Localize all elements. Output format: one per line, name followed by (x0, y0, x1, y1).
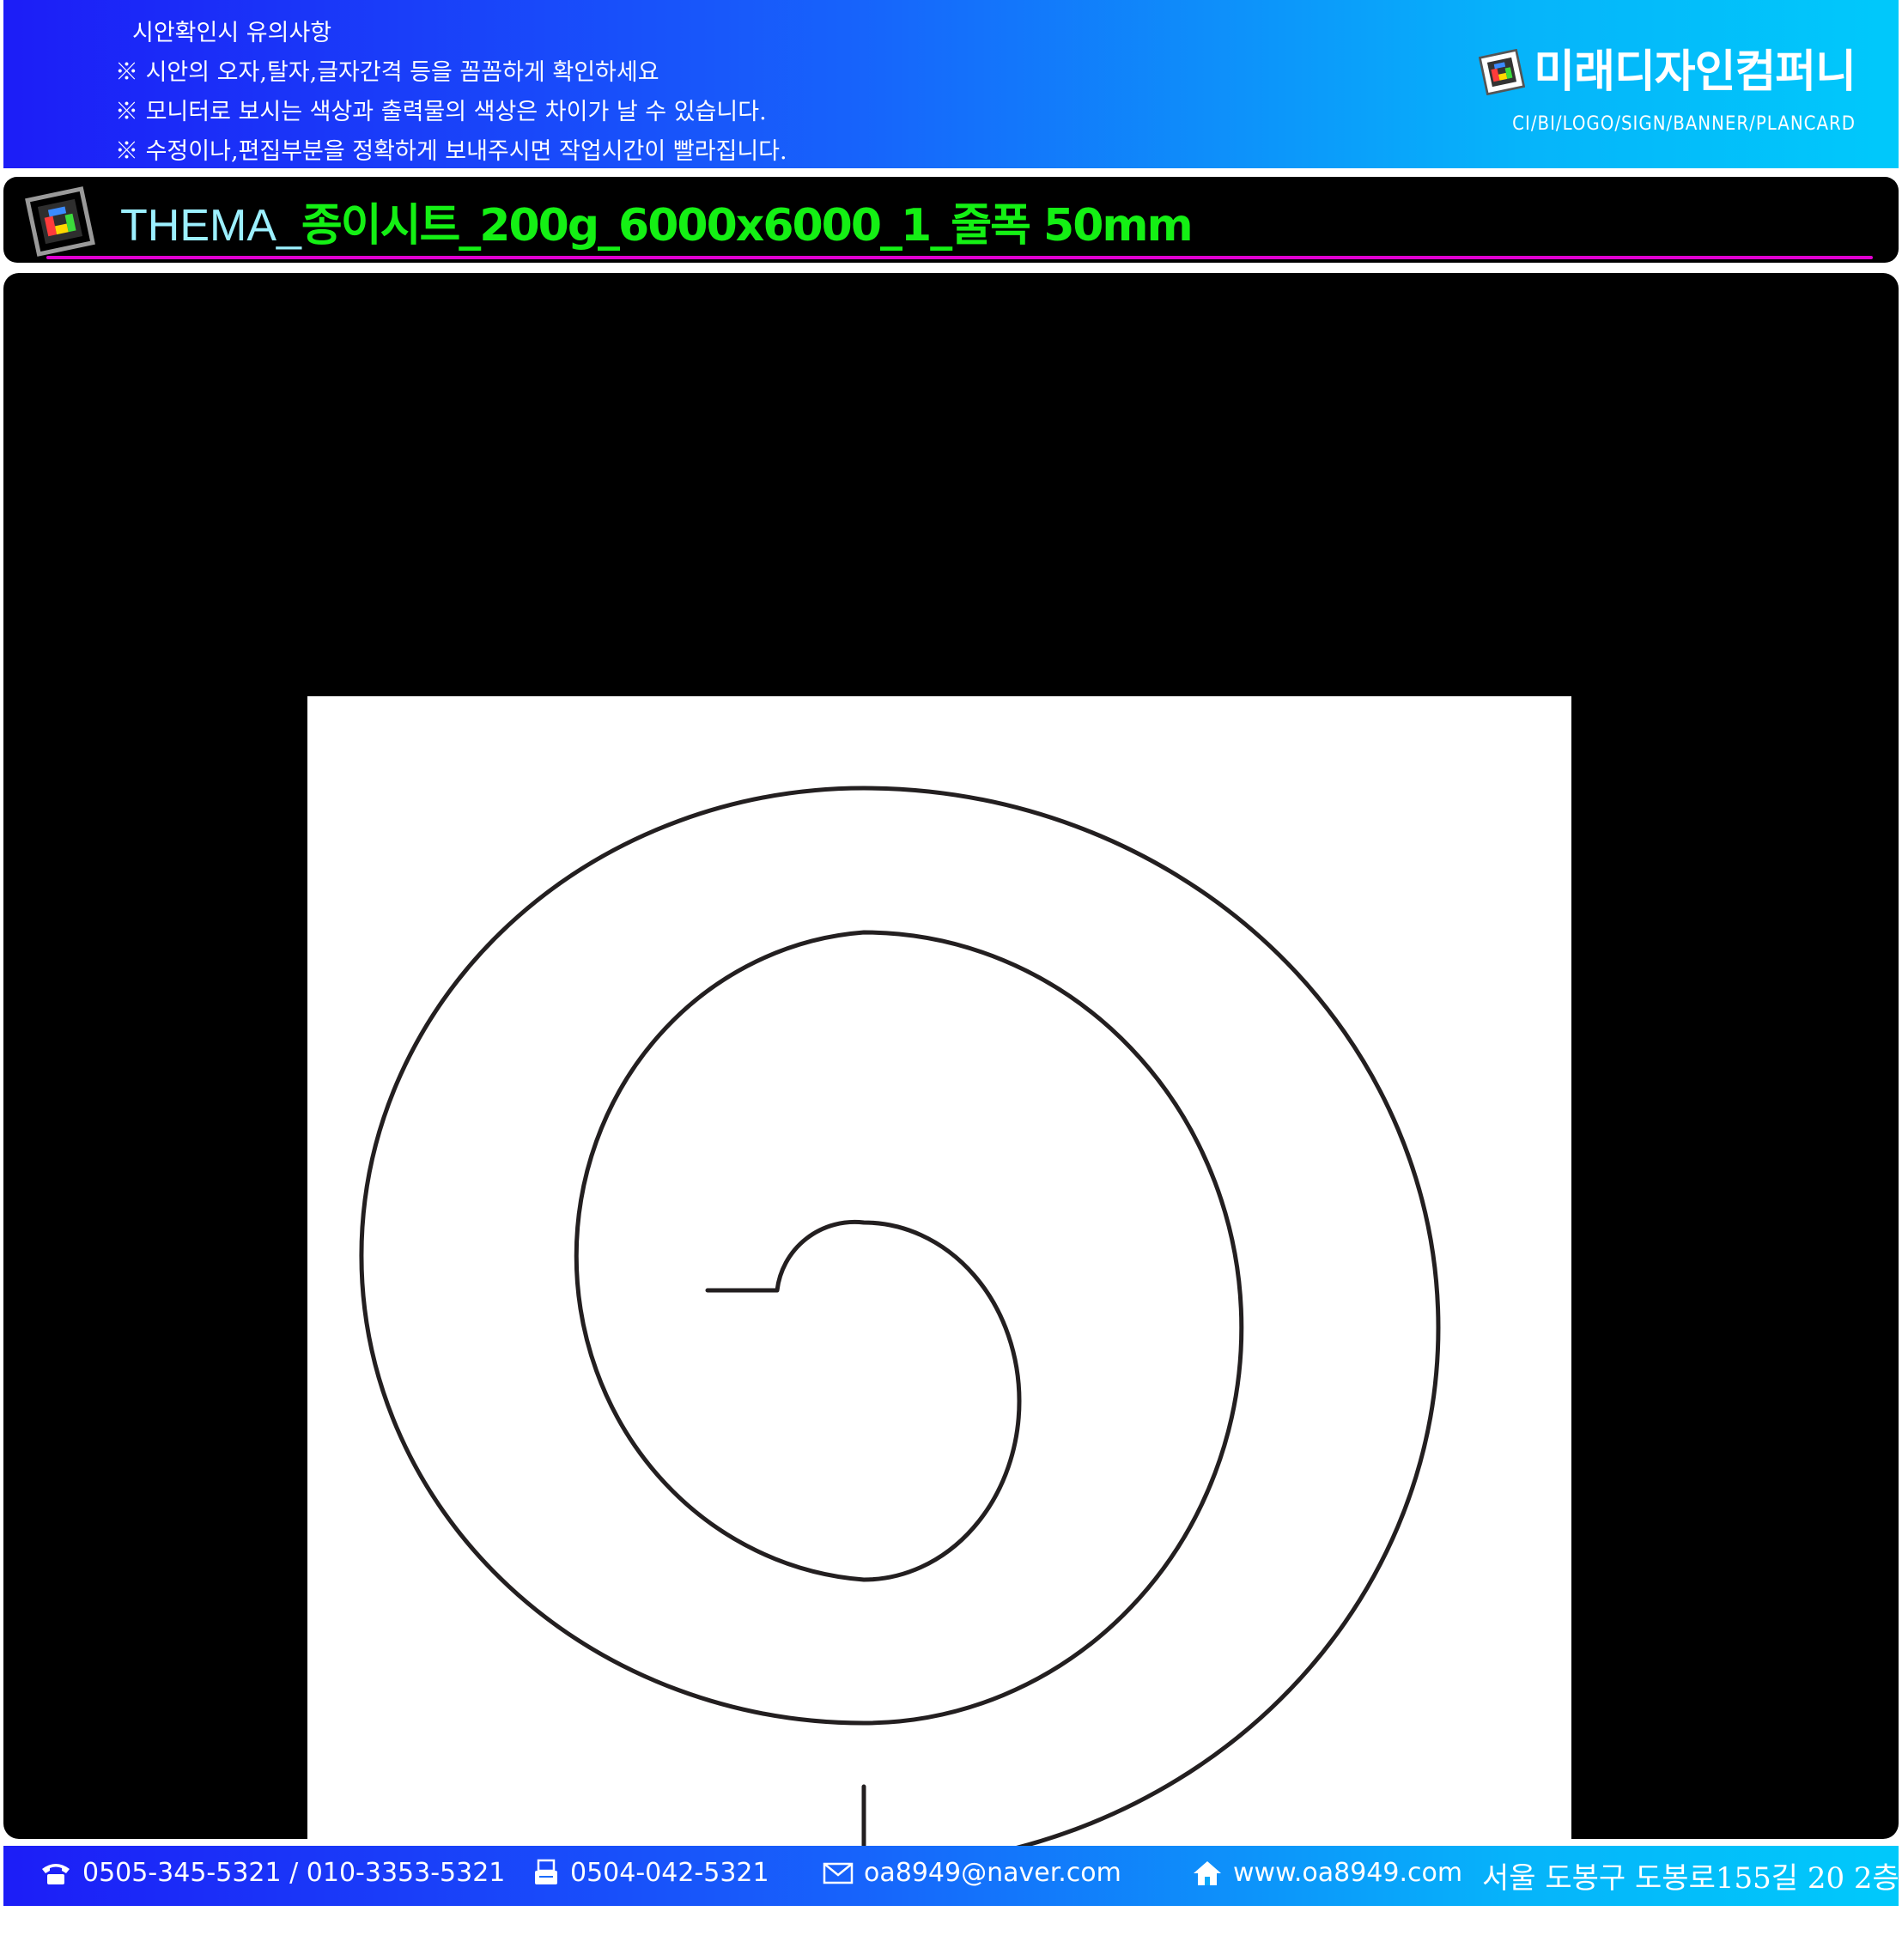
fax-info: 0504-042-5321 (532, 1858, 769, 1888)
title-underline (46, 256, 1873, 259)
address-text: 서울 도봉구 도봉로155길 20 2층 (1482, 1861, 1899, 1896)
page-title: THEMA_종이시트_200g_6000x6000_1_줄폭 50mm (120, 189, 1194, 253)
email-link[interactable]: oa8949@naver.com (864, 1858, 1121, 1888)
notice-line-3: ※ 수정이나,편집부분을 정확하게 보내주시면 작업시간이 빨라집니다. (115, 138, 787, 165)
notice-block: 시안확인시 유의사항 ※ 시안의 오자,탈자,글자간격 등을 꼼꼼하게 확인하세… (115, 14, 787, 172)
footer-bar: 0505-345-5321 / 010-3353-5321 0504-042-5… (3, 1846, 1899, 1906)
brand-subtitle: CI/BI/LOGO/SIGN/BANNER/PLANCARD (1512, 113, 1856, 135)
preview-panel (3, 273, 1899, 1960)
fax-icon (535, 1859, 557, 1884)
email-info: oa8949@naver.com (823, 1858, 1121, 1888)
website-info: www.oa8949.com (1192, 1858, 1462, 1888)
spiral-cut-line (359, 786, 1441, 1870)
logo-icon (25, 186, 95, 257)
title-prefix: THEMA_ (120, 201, 301, 251)
brand-block: 미래디자인컴퍼니 CI/BI/LOGO/SIGN/BANNER/PLANCARD (1479, 46, 1856, 135)
title-bar: THEMA_종이시트_200g_6000x6000_1_줄폭 50mm (3, 177, 1899, 263)
phone-text[interactable]: 0505-345-5321 / 010-3353-5321 (82, 1858, 505, 1888)
notice-title: 시안확인시 유의사항 (132, 20, 332, 46)
mail-icon (823, 1862, 854, 1884)
home-icon (1194, 1860, 1221, 1885)
notice-line-1: ※ 시안의 오자,탈자,글자간격 등을 꼼꼼하게 확인하세요 (115, 59, 659, 86)
website-link[interactable]: www.oa8949.com (1233, 1858, 1462, 1888)
notice-line-2: ※ 모니터로 보시는 색상과 출력물의 색상은 차이가 날 수 있습니다. (115, 99, 767, 125)
phone-info: 0505-345-5321 / 010-3353-5321 (39, 1858, 505, 1888)
brand-name: 미래디자인컴퍼니 (1534, 46, 1856, 98)
logo-icon (1479, 49, 1526, 95)
title-main: 종이시트_200g_6000x6000_1_줄폭 50mm (301, 200, 1194, 252)
fax-text: 0504-042-5321 (570, 1858, 769, 1888)
header-banner: 시안확인시 유의사항 ※ 시안의 오자,탈자,글자간격 등을 꼼꼼하게 확인하세… (3, 0, 1899, 168)
paper-sheet (307, 696, 1571, 1960)
phone-icon (42, 1863, 70, 1884)
